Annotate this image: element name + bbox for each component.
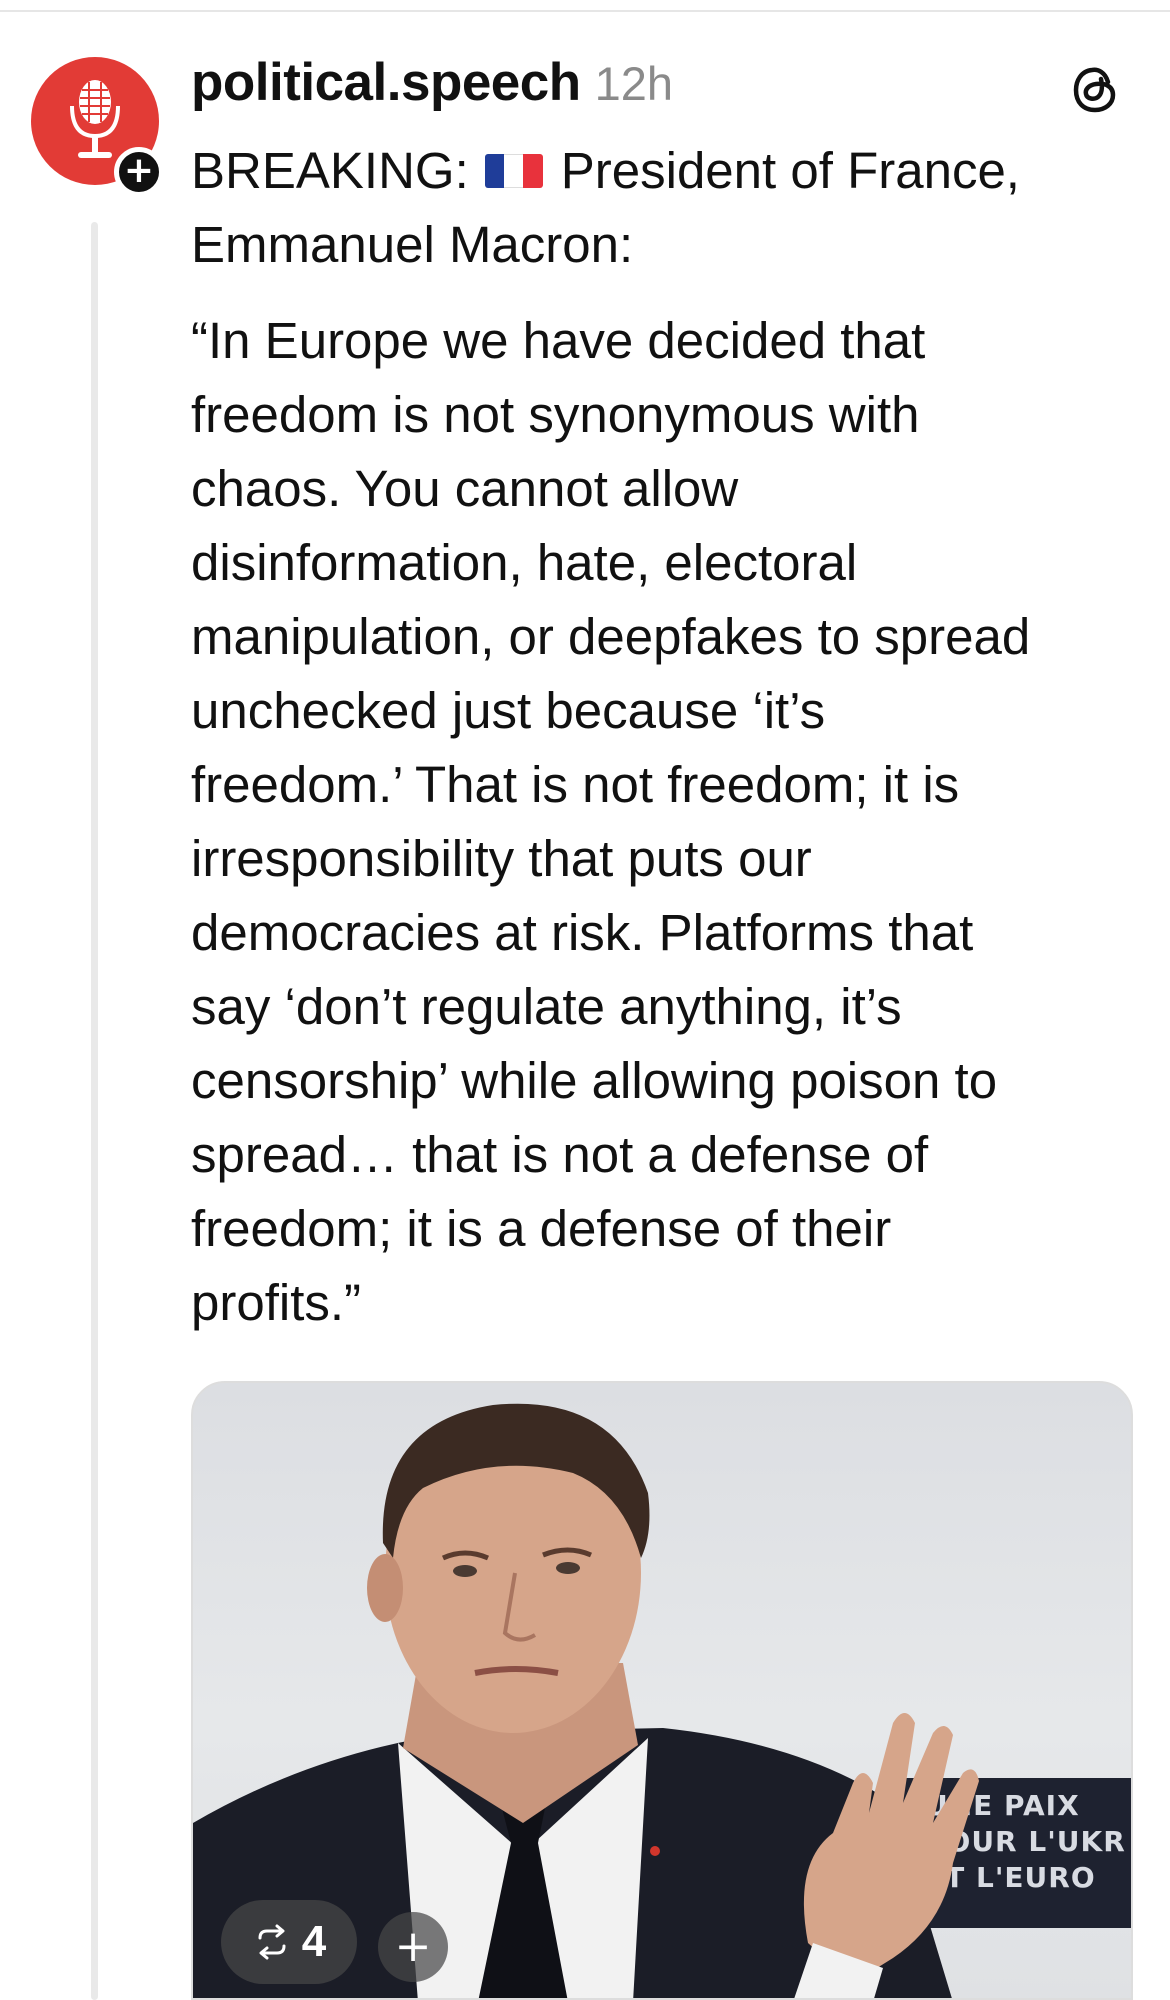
headline-text: President of France, [560, 142, 1020, 199]
add-button[interactable]: + [378, 1912, 448, 1982]
quote-line: profits.” [191, 1274, 362, 1331]
plus-icon: + [394, 1921, 432, 1972]
quote-line: manipulation, or deepfakes to spread [191, 608, 1031, 665]
breaking-label: BREAKING: [191, 142, 469, 199]
thread-line [91, 222, 98, 2000]
quote-text: “In Europe we have decided that freedom … [191, 304, 1141, 1340]
plus-icon: + [123, 150, 155, 191]
follow-button[interactable]: + [114, 147, 164, 197]
quote-line: censorship’ while allowing poison to [191, 1052, 998, 1109]
repost-icon [258, 1924, 286, 1960]
quote-line: chaos. You cannot allow [191, 460, 739, 517]
quote-line: freedom is not synonymous with [191, 386, 920, 443]
quote-line: disinformation, hate, electoral [191, 534, 858, 591]
username[interactable]: political.speech [191, 52, 581, 113]
quote-line: “In Europe we have decided that [191, 312, 926, 369]
microphone-icon [70, 80, 120, 158]
quote-line: unchecked just because ‘it’s [191, 682, 826, 739]
headline-line-2: Emmanuel Macron: [191, 216, 634, 273]
quote-line: freedom.’ That is not freedom; it is [191, 756, 960, 813]
quote-line: irresponsibility that puts our [191, 830, 812, 887]
quote-line: say ‘don’t regulate anything, it’s [191, 978, 902, 1035]
repost-count: 4 [301, 1917, 327, 1966]
thread-post: + political.speech 12h BREAKING: Preside… [0, 0, 1170, 2000]
post-body: BREAKING: President of France, Emmanuel … [191, 134, 1141, 1340]
post-header: political.speech 12h [191, 52, 673, 122]
headline: BREAKING: President of France, [191, 134, 1141, 208]
quote-line: democracies at risk. Platforms that [191, 904, 974, 961]
quote-line: spread… that is not a defense of [191, 1126, 929, 1183]
france-flag-icon [484, 154, 543, 188]
timestamp: 12h [594, 57, 674, 110]
quote-line: freedom; it is a defense of their [191, 1200, 892, 1257]
repost-button[interactable]: 4 [221, 1900, 357, 1984]
threads-logo-icon[interactable] [1068, 62, 1124, 118]
